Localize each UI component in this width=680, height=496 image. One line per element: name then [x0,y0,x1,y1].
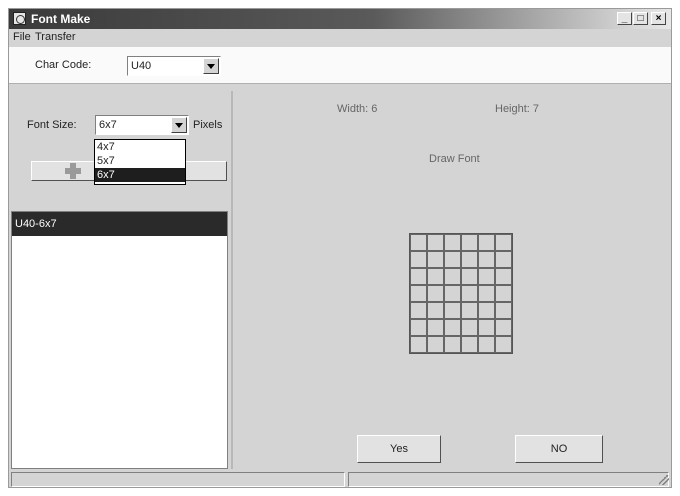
pixel-cell[interactable] [461,251,478,268]
pixel-cell[interactable] [478,285,495,302]
char-code-toolbar: Char Code: U40 [9,47,671,84]
pixel-cell[interactable] [427,336,444,353]
char-code-value: U40 [131,60,152,72]
char-code-combo[interactable]: U40 [127,56,221,76]
pixel-cell[interactable] [427,302,444,319]
font-size-combo[interactable]: 6x7 [95,115,189,135]
pixel-cell[interactable] [410,234,427,251]
pixel-cell[interactable] [495,302,512,319]
font-size-option-selected[interactable]: 6x7 [95,168,185,182]
chevron-down-icon[interactable] [203,58,219,74]
pixel-cell[interactable] [410,268,427,285]
pixel-cell[interactable] [410,336,427,353]
draw-panel: Width: 6 Height: 7 Draw Font Yes NO [231,91,671,469]
pixel-cell[interactable] [461,234,478,251]
pixel-cell[interactable] [495,336,512,353]
pixels-label: Pixels [193,119,223,131]
pixel-cell[interactable] [410,319,427,336]
font-size-option[interactable]: 5x7 [95,154,185,168]
list-item[interactable]: U40-6x7 [12,212,227,236]
draw-font-label: Draw Font [429,153,480,165]
pixel-cell[interactable] [478,319,495,336]
pixel-cell[interactable] [444,319,461,336]
pixel-cell[interactable] [427,234,444,251]
pixel-cell[interactable] [427,251,444,268]
pixel-cell[interactable] [495,234,512,251]
menu-transfer[interactable]: Transfer [35,31,76,43]
pixel-cell[interactable] [427,268,444,285]
pixel-cell[interactable] [427,285,444,302]
resize-grip-icon[interactable] [659,475,669,485]
pixel-cell[interactable] [444,336,461,353]
pixel-cell[interactable] [478,302,495,319]
char-code-label: Char Code: [35,59,92,71]
pixel-cell[interactable] [427,319,444,336]
title-bar: Font Make _ □ × [9,9,671,29]
maximize-button[interactable]: □ [633,12,648,25]
pixel-cell[interactable] [495,251,512,268]
minimize-button[interactable]: _ [617,12,632,25]
pixel-cell[interactable] [461,302,478,319]
pixel-cell[interactable] [444,268,461,285]
pixel-cell[interactable] [410,251,427,268]
pixel-cell[interactable] [495,319,512,336]
font-size-option[interactable]: 4x7 [95,140,185,154]
pixel-cell[interactable] [461,336,478,353]
font-make-window: Font Make _ □ × File Transfer Char Code:… [8,8,672,488]
pixel-cell[interactable] [410,302,427,319]
status-segment-left [11,472,345,487]
status-segment-right [348,472,669,487]
menu-bar: File Transfer [9,29,671,47]
pixel-cell[interactable] [461,268,478,285]
height-label: Height: 7 [495,103,540,115]
menu-file[interactable]: File [13,31,31,43]
pixel-cell[interactable] [461,285,478,302]
plus-icon [65,163,81,179]
pixel-cell[interactable] [444,251,461,268]
close-button[interactable]: × [651,12,666,25]
pixel-cell[interactable] [410,285,427,302]
yes-button[interactable]: Yes [357,435,441,463]
width-label: Width: 6 [337,103,378,115]
font-size-value: 6x7 [99,119,117,131]
pixel-cell[interactable] [444,234,461,251]
pixel-cell[interactable] [478,234,495,251]
pixel-cell[interactable] [444,285,461,302]
pixel-grid[interactable] [409,233,513,354]
pixel-cell[interactable] [444,302,461,319]
pixel-cell[interactable] [478,251,495,268]
chevron-down-icon[interactable] [171,117,187,133]
pixel-cell[interactable] [461,319,478,336]
font-list[interactable]: U40-6x7 [11,211,228,469]
pixel-cell[interactable] [495,268,512,285]
font-size-label: Font Size: [27,119,77,131]
pixel-cell[interactable] [495,285,512,302]
app-icon [13,12,26,25]
pixel-cell[interactable] [478,336,495,353]
font-size-dropdown[interactable]: 4x7 5x7 6x7 [94,139,186,185]
window-title: Font Make [31,12,91,26]
no-button[interactable]: NO [515,435,603,463]
status-bar [9,471,671,487]
pixel-cell[interactable] [478,268,495,285]
